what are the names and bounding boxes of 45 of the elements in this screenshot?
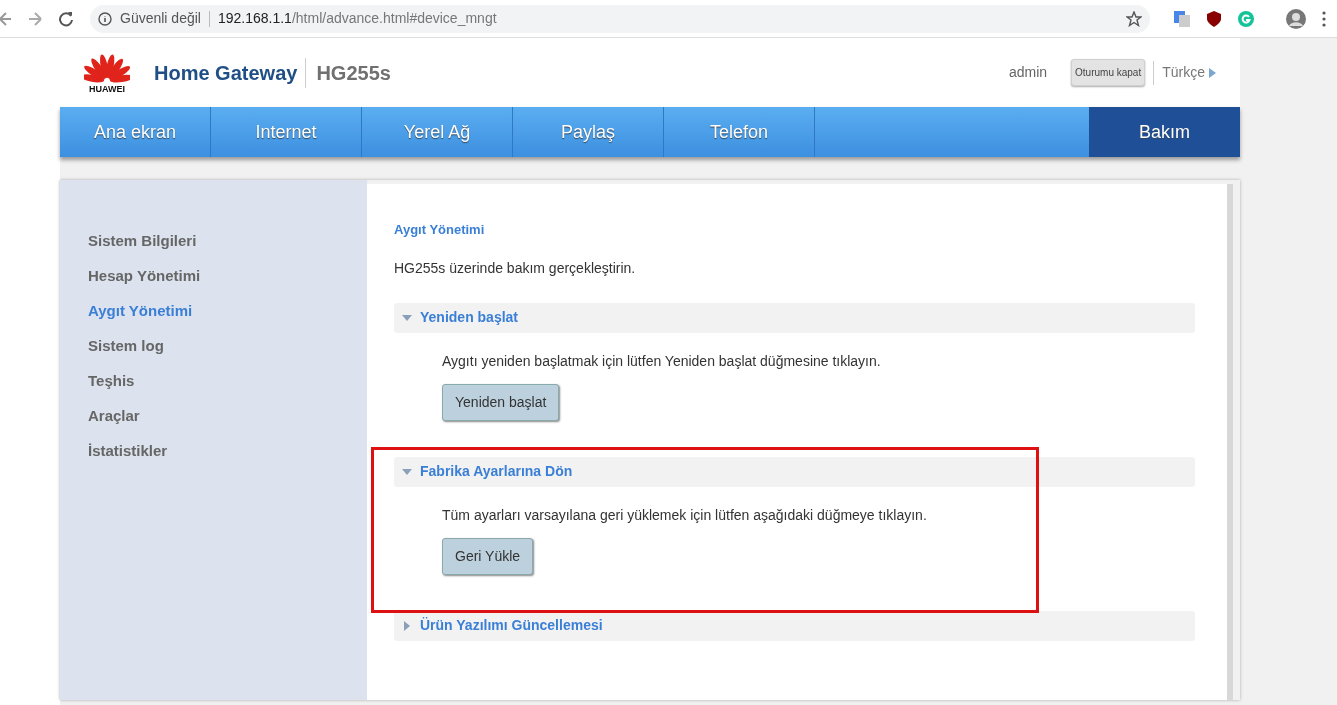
url-text: 192.168.1.1/html/advance.html#device_mngt bbox=[217, 9, 497, 28]
triangle-down-icon bbox=[402, 468, 412, 475]
shield-icon[interactable] bbox=[1206, 10, 1222, 27]
sidebar-item[interactable]: İstatistikler bbox=[88, 434, 168, 469]
huawei-logo: HUAWEI bbox=[84, 51, 130, 94]
page-description: HG255s üzerinde bakım gerçekleştirin. bbox=[394, 258, 637, 278]
sidebar-item[interactable]: Aygıt Yönetimi bbox=[88, 294, 193, 329]
instruction-text: Aygıtı yeniden başlatmak için lütfen Yeniden başlat düğmesine tıklayın. bbox=[442, 351, 882, 371]
sidebar-item[interactable]: Teşhis bbox=[88, 364, 135, 399]
section-header[interactable]: Fabrika Ayarlarına Dön bbox=[394, 456, 1195, 487]
section-header[interactable]: Yeniden başlat bbox=[394, 302, 1195, 333]
address-bar[interactable]: Güvenli değil 192.168.1.1/html/advance.html#device_mngt bbox=[90, 4, 1150, 33]
sidebar-item[interactable]: Hesap Yönetimi bbox=[88, 259, 201, 294]
logout-button[interactable]: Oturumu kapat bbox=[1071, 59, 1146, 86]
sidebar-item[interactable]: Sistem log bbox=[88, 329, 164, 364]
model-name: HG255s bbox=[305, 57, 391, 88]
username: admin bbox=[1008, 63, 1048, 82]
reload-icon[interactable] bbox=[58, 10, 74, 27]
nav-tab[interactable]: Telefon bbox=[664, 107, 815, 157]
translate-icon[interactable] bbox=[1174, 10, 1190, 27]
triangle-down-icon bbox=[402, 314, 412, 321]
forward-icon[interactable] bbox=[28, 11, 42, 26]
menu-icon[interactable] bbox=[1322, 10, 1326, 27]
nav-tab[interactable]: Internet bbox=[211, 107, 362, 157]
avatar-icon[interactable] bbox=[1286, 8, 1306, 29]
info-icon bbox=[98, 11, 112, 26]
triangle-right-icon bbox=[402, 620, 412, 631]
action-button[interactable]: Yeniden başlat bbox=[442, 383, 560, 421]
nav-tab[interactable]: Bakım bbox=[1089, 107, 1240, 157]
page-title: Aygıt Yönetimi bbox=[394, 221, 486, 239]
sidebar-item[interactable]: Sistem Bilgileri bbox=[88, 224, 197, 259]
caret-icon bbox=[1209, 67, 1216, 78]
nav-tab[interactable]: Yerel Ağ bbox=[362, 107, 513, 157]
instruction-text: Tüm ayarları varsayılana geri yüklemek için lütfen aşağıdaki düğmeye tıklayın. bbox=[442, 505, 928, 525]
nav-tab[interactable]: Paylaş bbox=[513, 107, 664, 157]
security-label: Güvenli değil bbox=[120, 9, 201, 28]
language-selector[interactable]: Türkçe bbox=[1162, 62, 1216, 83]
product-title: Home Gateway bbox=[154, 60, 298, 86]
star-icon[interactable] bbox=[1126, 10, 1142, 27]
action-button[interactable]: Geri Yükle bbox=[442, 537, 534, 575]
nav-tab[interactable]: Ana ekran bbox=[60, 107, 211, 157]
g-circle-icon[interactable] bbox=[1238, 10, 1254, 27]
scrollbar[interactable] bbox=[1327, 38, 1337, 705]
sidebar-item[interactable]: Araçlar bbox=[88, 399, 140, 434]
back-icon[interactable] bbox=[0, 11, 12, 26]
